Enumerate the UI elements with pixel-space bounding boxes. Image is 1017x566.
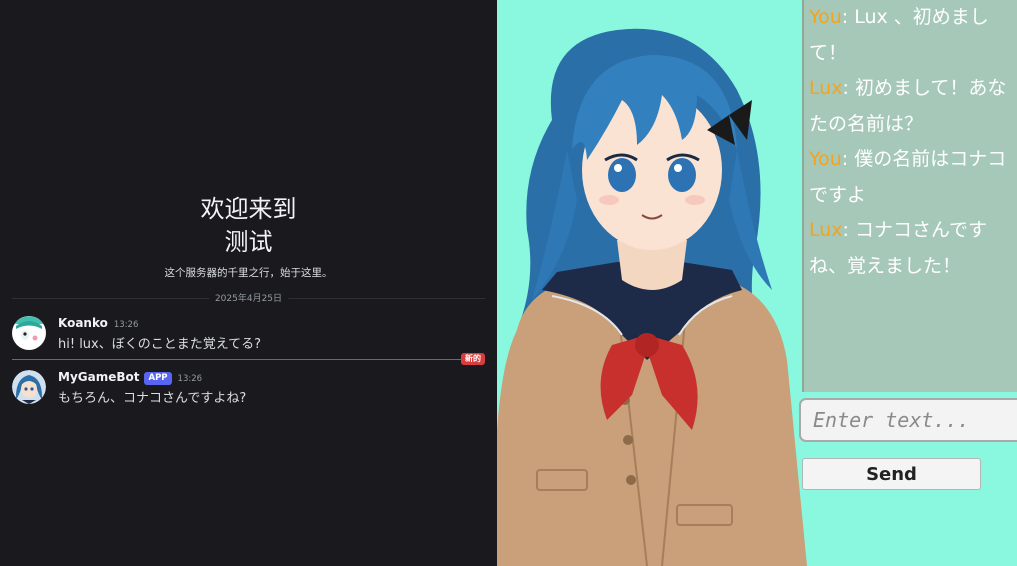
message-header: Koanko 13:26 xyxy=(58,316,138,330)
dialogue-line: Lux: 初めまして！あなたの名前は？ xyxy=(809,71,1013,142)
message-text: hi! lux、ぼくのことまた覚えてる? xyxy=(58,337,261,352)
avatar-mygamebot[interactable] xyxy=(12,370,46,404)
message-timestamp: 13:26 xyxy=(177,374,203,384)
dialogue-speaker: You xyxy=(809,6,842,28)
message-item[interactable]: MyGameBot APP 13:26 もちろん、コナコさんですよね? xyxy=(12,370,485,410)
visual-novel-panel: You: Lux 、初めまして！ Lux: 初めまして！あなたの名前は？ You… xyxy=(497,0,1017,566)
message-author[interactable]: Koanko xyxy=(58,316,108,330)
avatar-mygamebot-image xyxy=(12,370,46,404)
dialogue-separator: : xyxy=(841,148,855,170)
dialogue-line: You: Lux 、初めまして！ xyxy=(809,0,1013,71)
send-button[interactable]: Send xyxy=(802,458,981,490)
dialogue-speaker: You xyxy=(809,148,842,170)
app-badge: APP xyxy=(144,372,172,385)
dialogue-line: Lux: コナコさんですね、覚えました！ xyxy=(809,213,1013,284)
dialogue-speaker: Lux xyxy=(809,77,843,99)
dialogue-line: You: 僕の名前はコナコですよ xyxy=(809,142,1013,213)
new-messages-divider: 新的 xyxy=(12,353,485,365)
message-author[interactable]: MyGameBot xyxy=(58,370,139,384)
welcome-title-line2: 测试 xyxy=(224,228,273,256)
dialogue-speaker: Lux xyxy=(809,219,843,241)
welcome-subtitle: 这个服务器的千里之行，始于这里。 xyxy=(164,267,333,279)
avatar-koanko-image xyxy=(12,316,46,350)
dialogue-separator: : xyxy=(842,219,855,241)
dialogue-separator: : xyxy=(841,6,855,28)
welcome-title-line1: 欢迎来到 xyxy=(200,195,297,223)
avatar-koanko[interactable] xyxy=(12,316,46,350)
dialogue-separator: : xyxy=(842,77,855,99)
new-messages-badge: 新的 xyxy=(461,353,485,365)
date-divider-label: 2025年4月25日 xyxy=(208,291,289,304)
discord-channel-panel: 欢迎来到 测试 这个服务器的千里之行，始于这里。 2025年4月25日 Koan… xyxy=(0,0,497,566)
date-divider: 2025年4月25日 xyxy=(12,291,485,304)
chat-text-input[interactable] xyxy=(799,398,1017,442)
anime-character-illustration xyxy=(497,28,807,566)
welcome-title: 欢迎来到 测试 xyxy=(0,193,497,259)
message-timestamp: 13:26 xyxy=(113,320,139,330)
dialogue-log: You: Lux 、初めまして！ Lux: 初めまして！あなたの名前は？ You… xyxy=(802,0,1017,392)
message-text: もちろん、コナコさんですよね? xyxy=(58,391,247,406)
message-item[interactable]: Koanko 13:26 hi! lux、ぼくのことまた覚えてる? xyxy=(12,316,485,356)
message-header: MyGameBot APP 13:26 xyxy=(58,370,202,385)
